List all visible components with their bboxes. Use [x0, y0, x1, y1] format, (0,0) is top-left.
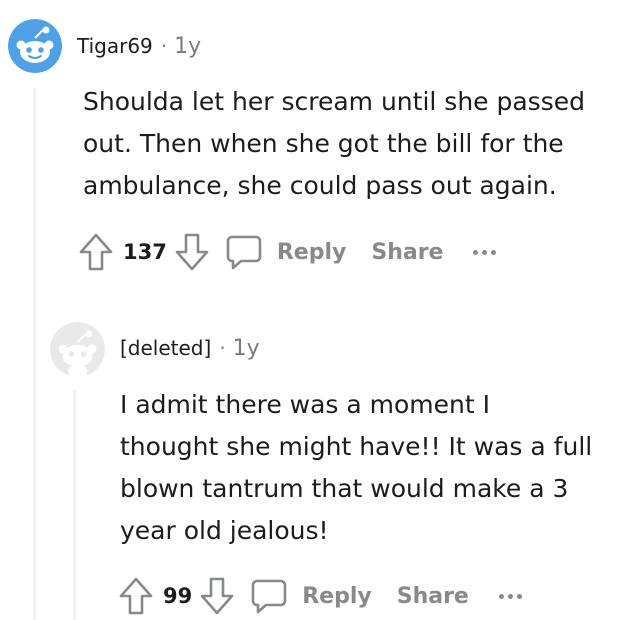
speech-bubble-icon	[251, 579, 287, 614]
comment-body-line: year old jealous!	[120, 516, 329, 545]
reply-button[interactable]: Reply	[277, 240, 347, 265]
username-link: [deleted]	[120, 336, 212, 360]
speech-bubble-icon	[226, 235, 262, 270]
share-button[interactable]: Share	[371, 240, 443, 265]
comment-reply-icon-button[interactable]	[250, 577, 288, 615]
comment-meta: Tigar69 · 1y	[77, 34, 201, 59]
comment-reply-icon-button[interactable]	[225, 233, 263, 271]
comment-body-line: ambulance, she could pass out again.	[83, 171, 557, 200]
comment-body: Shoulda let her scream until she passed …	[83, 81, 585, 207]
comment-body-line: I admit there was a moment I	[120, 390, 490, 419]
comment-action-bar: 99 Reply Share	[119, 574, 522, 618]
share-button[interactable]: Share	[397, 584, 469, 609]
comment-body: I admit there was a moment I thought she…	[120, 384, 592, 552]
more-options-icon[interactable]	[498, 593, 522, 599]
vote-score: 99	[163, 584, 193, 608]
comment-action-bar: 137 Reply Share	[79, 230, 497, 274]
meta-separator: ·	[160, 34, 168, 58]
thread-line-main[interactable]	[33, 88, 36, 620]
downvote-button[interactable]	[200, 576, 234, 616]
upvote-button[interactable]	[79, 232, 113, 272]
username-link[interactable]: Tigar69	[77, 34, 153, 58]
downvote-arrow-icon	[200, 577, 234, 615]
meta-separator: ·	[219, 336, 226, 360]
comment-age[interactable]: 1y	[233, 336, 260, 361]
snoo-avatar-icon[interactable]	[8, 19, 62, 73]
comment-body-line: blown tantrum that would make a 3	[120, 474, 569, 503]
comment-body-line: Shoulda let her scream until she passed	[83, 87, 585, 116]
thread-line-reply[interactable]	[73, 390, 76, 620]
downvote-button[interactable]	[175, 232, 209, 272]
upvote-arrow-icon	[119, 577, 153, 615]
vote-score: 137	[123, 240, 167, 264]
more-options-icon[interactable]	[473, 249, 497, 255]
deleted-user-avatar-icon[interactable]	[50, 322, 105, 377]
comment-body-line: out. Then when she got the bill for the	[83, 129, 564, 158]
reply-button[interactable]: Reply	[302, 584, 372, 609]
upvote-button[interactable]	[119, 576, 153, 616]
comment-age[interactable]: 1y	[174, 34, 201, 59]
upvote-arrow-icon	[79, 233, 113, 271]
downvote-arrow-icon	[175, 233, 209, 271]
comment-meta: [deleted] · 1y	[120, 336, 260, 361]
comment-body-line: thought she might have!! It was a full	[120, 432, 593, 461]
